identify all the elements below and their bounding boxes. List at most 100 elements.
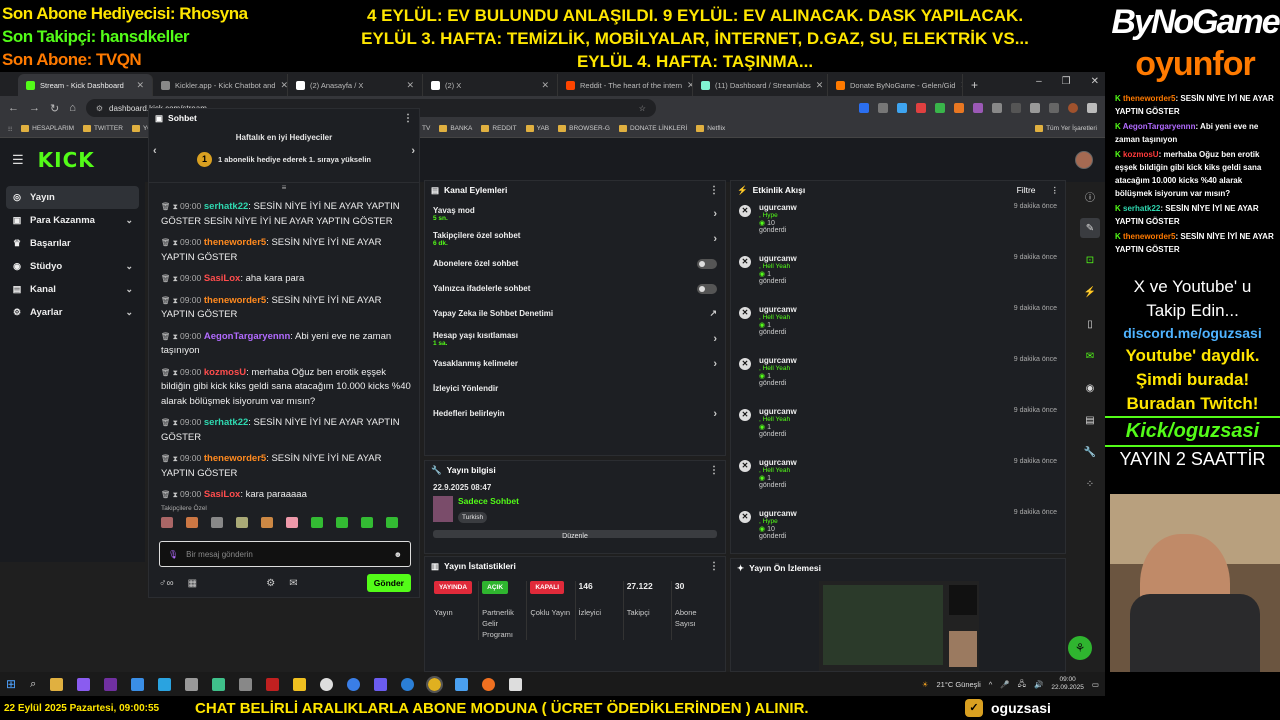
emote-icon[interactable] bbox=[311, 516, 323, 528]
chat-username[interactable]: theneworder5 bbox=[204, 453, 266, 464]
extension-icon[interactable] bbox=[916, 103, 926, 113]
profile-icon[interactable] bbox=[1068, 103, 1078, 113]
send-button[interactable]: Gönder bbox=[366, 574, 411, 592]
channel-action-row[interactable]: İzleyici Yönlendir bbox=[425, 376, 725, 401]
message-icon[interactable]: ✉ bbox=[1080, 346, 1100, 366]
search-icon[interactable]: ⌕ bbox=[30, 678, 36, 691]
document-icon[interactable]: ▯ bbox=[1080, 314, 1100, 334]
bookmark-item[interactable]: DONATE LİNKLERİ bbox=[618, 125, 687, 132]
emote-icon[interactable] bbox=[161, 516, 173, 528]
channel-action-row[interactable]: Yapay Zeka ile Sohbet Denetimi ↗ bbox=[425, 301, 725, 326]
browser-tab[interactable]: (2) Anasayfa / X ✕ bbox=[288, 74, 423, 96]
browser-tab[interactable]: Stream - Kick Dashboard ✕ bbox=[18, 74, 153, 96]
chevron-down-icon[interactable]: ⌄ bbox=[125, 307, 133, 318]
app-icon[interactable] bbox=[266, 677, 280, 691]
chevron-right-icon[interactable]: › bbox=[713, 408, 717, 420]
more-options-icon[interactable]: ⋮ bbox=[709, 561, 719, 572]
channel-action-row[interactable]: Yavaş mod 5 sn. › bbox=[425, 201, 725, 226]
apps-grid-icon[interactable]: ⁝⁝ bbox=[8, 125, 12, 133]
extension-icon[interactable] bbox=[1030, 103, 1040, 113]
chat-username[interactable]: serhatk22 bbox=[204, 201, 248, 212]
event-username[interactable]: ugurcanw bbox=[759, 305, 797, 314]
chevron-left-icon[interactable]: ‹ bbox=[153, 145, 157, 157]
chat-bubble-icon[interactable]: ✉ bbox=[289, 578, 297, 589]
network-icon[interactable]: 🖧 bbox=[1018, 678, 1026, 691]
channel-action-row[interactable]: Hedefleri belirleyin › bbox=[425, 401, 725, 426]
tab-close-icon[interactable]: ✕ bbox=[960, 80, 962, 91]
reload-icon[interactable]: ↻ bbox=[50, 102, 59, 115]
sidebar-item[interactable]: ♛ Başarılar bbox=[6, 232, 139, 255]
bolt-icon[interactable]: ⚡ bbox=[1080, 282, 1100, 302]
kick-logo[interactable]: KICK bbox=[38, 148, 95, 172]
app-icon[interactable] bbox=[185, 677, 199, 691]
app-icon[interactable] bbox=[77, 677, 91, 691]
clock-icon[interactable] bbox=[320, 677, 334, 691]
windows-start-icon[interactable]: ⊞ bbox=[6, 677, 16, 691]
bookmark-item[interactable]: HESAPLARIM bbox=[21, 125, 74, 132]
sidebar-item[interactable]: ▤ Kanal ⌄ bbox=[6, 278, 139, 301]
edge-icon[interactable] bbox=[401, 677, 415, 691]
chat-username[interactable]: theneworder5 bbox=[204, 295, 266, 306]
more-options-icon[interactable]: ⋮ bbox=[1051, 185, 1060, 196]
emote-icon[interactable] bbox=[336, 516, 348, 528]
bookmark-item[interactable]: BROWSER-G bbox=[558, 125, 610, 132]
sidebar-item[interactable]: ◎ Yayın bbox=[6, 186, 139, 209]
event-username[interactable]: ugurcanw bbox=[759, 509, 797, 518]
more-options-icon[interactable]: ⋮ bbox=[403, 113, 413, 124]
emote-icon[interactable] bbox=[261, 516, 273, 528]
apps-icon[interactable]: ⁘ bbox=[1080, 474, 1100, 494]
chevron-right-icon[interactable]: › bbox=[713, 208, 717, 220]
app-icon[interactable] bbox=[212, 677, 226, 691]
extension-icon[interactable] bbox=[878, 103, 888, 113]
close-icon[interactable]: ✕ bbox=[1091, 76, 1099, 87]
toggle-switch[interactable] bbox=[697, 283, 717, 294]
bookmark-item[interactable]: Netflix bbox=[696, 125, 725, 132]
tray-arrow-icon[interactable]: ^ bbox=[989, 680, 993, 689]
store-icon[interactable]: ▦ bbox=[188, 578, 197, 589]
new-tab-icon[interactable]: + bbox=[971, 78, 978, 92]
event-username[interactable]: ugurcanw bbox=[759, 407, 797, 416]
channel-action-row[interactable]: Hesap yaşı kısıtlaması 1 sa. › bbox=[425, 326, 725, 351]
emote-icon[interactable] bbox=[361, 516, 373, 528]
tab-close-icon[interactable]: ✕ bbox=[541, 80, 549, 91]
filter-button[interactable]: Filtre bbox=[1017, 185, 1036, 195]
chevron-right-icon[interactable]: › bbox=[411, 145, 415, 157]
avatar[interactable] bbox=[1075, 151, 1093, 169]
bookmark-star-icon[interactable]: ☆ bbox=[639, 104, 646, 113]
emote-icon[interactable] bbox=[386, 516, 398, 528]
tools-icon[interactable]: 🔧 bbox=[1080, 442, 1100, 462]
edit-icon[interactable]: ✎ bbox=[1080, 218, 1100, 238]
app-icon[interactable] bbox=[158, 677, 172, 691]
sidebar-item[interactable]: ▣ Para Kazanma ⌄ bbox=[6, 209, 139, 232]
volume-icon[interactable]: 🔊 bbox=[1034, 680, 1043, 689]
extension-icon[interactable] bbox=[992, 103, 1002, 113]
extension-icon[interactable] bbox=[954, 103, 964, 113]
chat-username[interactable]: SasiLox bbox=[204, 489, 240, 500]
app-icon[interactable] bbox=[509, 677, 523, 691]
bookmark-item[interactable]: BANKA bbox=[439, 125, 472, 132]
more-options-icon[interactable]: ⋮ bbox=[709, 465, 719, 476]
sidebar-item[interactable]: ◉ Stüdyo ⌄ bbox=[6, 255, 139, 278]
firefox-icon[interactable] bbox=[482, 677, 496, 691]
forward-icon[interactable]: → bbox=[29, 102, 40, 114]
chevron-down-icon[interactable]: ⌄ bbox=[125, 284, 133, 295]
extension-icon[interactable] bbox=[1011, 103, 1021, 113]
external-link-icon[interactable]: ↗ bbox=[709, 308, 717, 319]
chevron-right-icon[interactable]: › bbox=[713, 358, 717, 370]
emoji-icon[interactable]: ☻ bbox=[394, 550, 402, 559]
layout-icon[interactable]: ▤ bbox=[1080, 410, 1100, 430]
app-icon[interactable] bbox=[455, 677, 469, 691]
app-icon[interactable] bbox=[347, 677, 361, 691]
file-explorer-icon[interactable] bbox=[50, 677, 64, 691]
extension-icon[interactable] bbox=[859, 103, 869, 113]
info-icon[interactable]: ⓘ bbox=[1080, 186, 1100, 206]
more-options-icon[interactable]: ⋮ bbox=[709, 185, 719, 196]
channel-action-row[interactable]: Yalnızca ifadelerle sohbet bbox=[425, 276, 725, 301]
maximize-icon[interactable]: ❐ bbox=[1062, 76, 1071, 87]
event-username[interactable]: ugurcanw bbox=[759, 356, 797, 365]
tab-close-icon[interactable]: ✕ bbox=[406, 80, 414, 91]
clock[interactable]: 09:00 22.09.2025 bbox=[1051, 676, 1084, 692]
bookmark-item[interactable]: Tüm Yer İşaretleri bbox=[1035, 125, 1097, 132]
help-fab-icon[interactable]: ⚘ bbox=[1068, 636, 1092, 660]
minimize-icon[interactable]: – bbox=[1036, 76, 1042, 87]
